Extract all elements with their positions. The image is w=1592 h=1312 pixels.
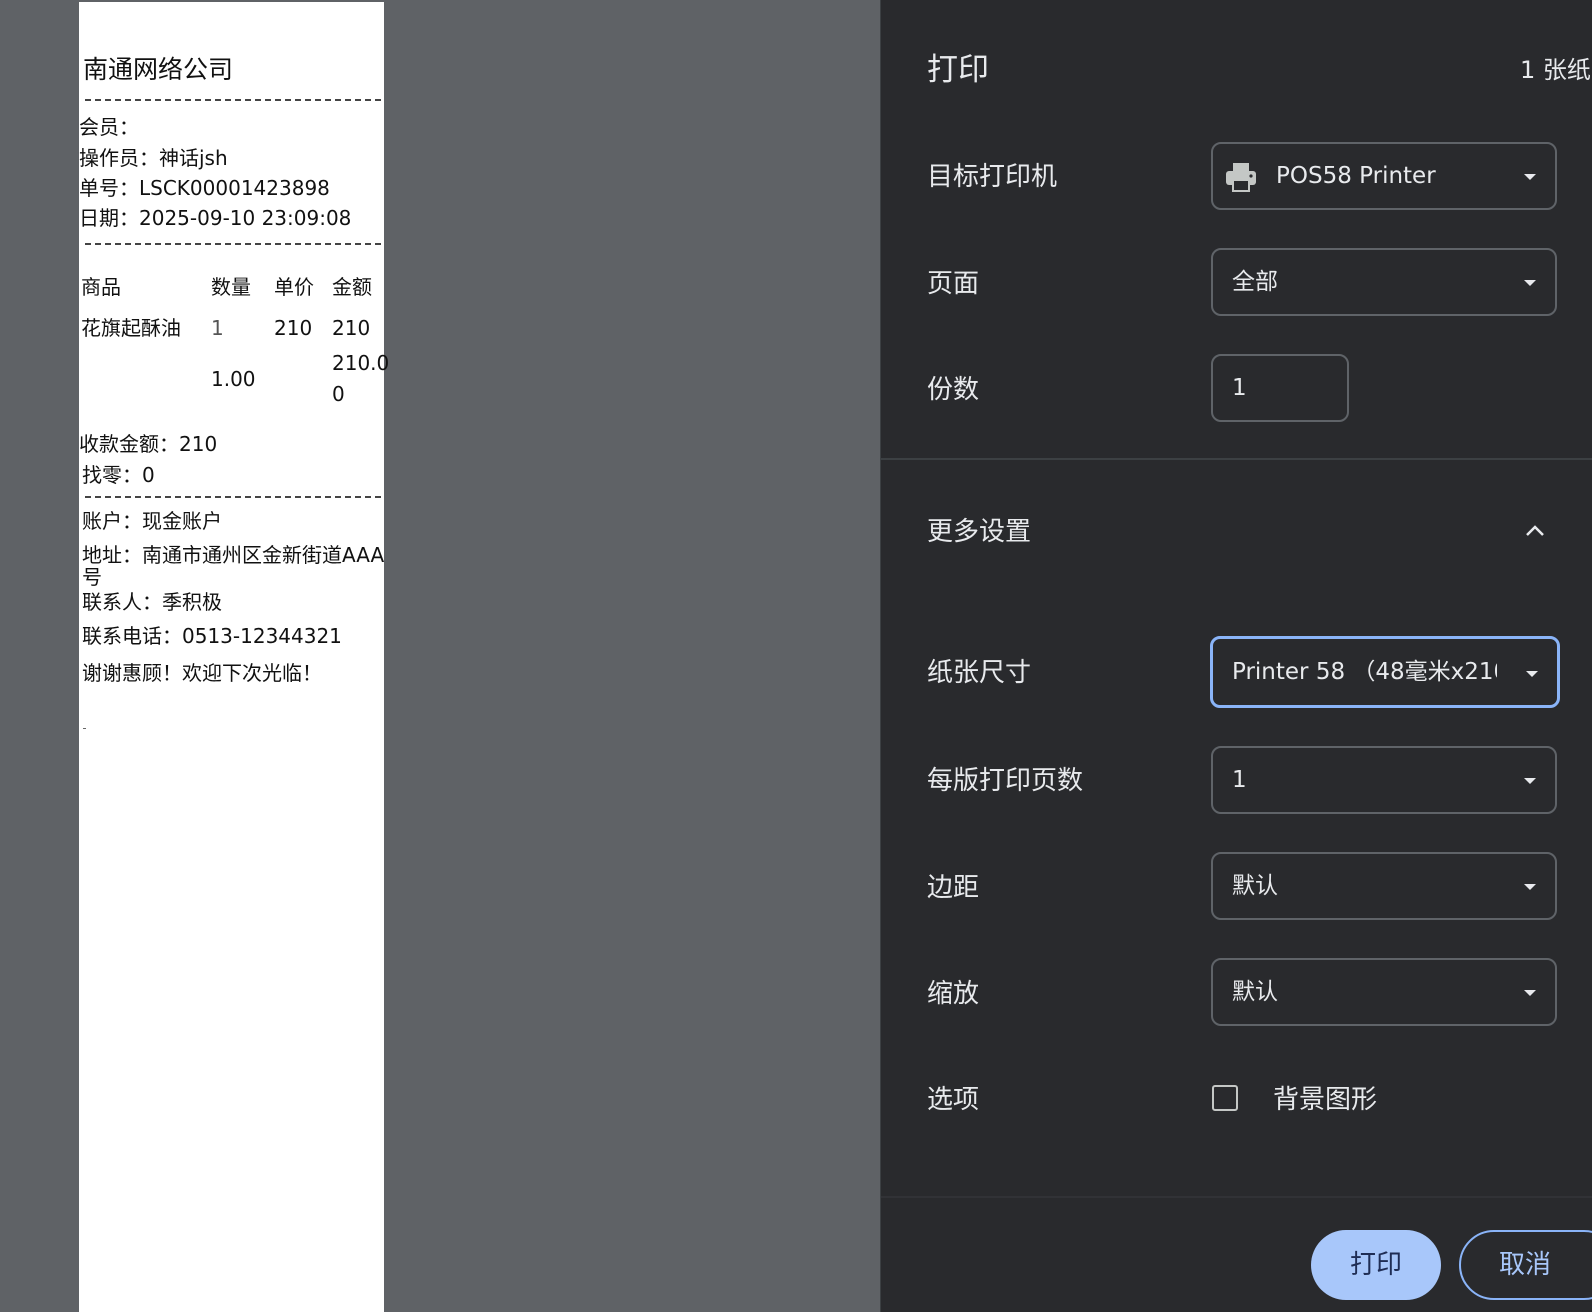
- sheet-count: 1 张纸: [1520, 56, 1591, 84]
- pages-select[interactable]: 全部: [1211, 248, 1557, 316]
- pages-value: 全部: [1232, 269, 1278, 295]
- cancel-button[interactable]: 取消: [1459, 1230, 1592, 1300]
- print-settings-panel: 打印 1 张纸 目标打印机 POS58 Printer 页面 全部 份数 1 更…: [880, 0, 1592, 1312]
- item-name: 花旗起酥油: [81, 316, 181, 340]
- pages-per-sheet-value: 1: [1232, 767, 1247, 793]
- scale-label: 缩放: [927, 979, 980, 1009]
- item-amount: 210: [332, 316, 371, 340]
- dialog-footer: 打印 取消: [881, 1198, 1592, 1312]
- background-graphics-checkbox[interactable]: [1212, 1085, 1238, 1111]
- receipt-page: 南通网络公司 会员： 操作员：神话jsh 单号：LSCK00001423898 …: [79, 2, 389, 1312]
- column-header-amount: 金额: [332, 275, 372, 299]
- account-line: 账户：现金账户: [82, 509, 222, 533]
- phone-line: 联系电话：0513-12344321: [82, 624, 342, 648]
- column-header-item: 商品: [81, 275, 121, 299]
- print-preview-area: 南通网络公司 会员： 操作员：神话jsh 单号：LSCK00001423898 …: [0, 0, 880, 1312]
- dialog-title: 打印: [927, 52, 989, 88]
- member-line: 会员：: [79, 115, 139, 139]
- destination-value: POS58 Printer: [1276, 163, 1436, 189]
- pages-label: 页面: [927, 269, 980, 299]
- copies-value: 1: [1232, 375, 1247, 401]
- dropdown-arrow-icon: [1524, 778, 1536, 784]
- paper-size-label: 纸张尺寸: [927, 658, 1032, 688]
- dropdown-arrow-icon: [1524, 884, 1536, 890]
- total-amount-line1: 210.0: [332, 351, 390, 375]
- background-graphics-label[interactable]: 背景图形: [1273, 1084, 1377, 1116]
- chevron-up-icon[interactable]: [1524, 520, 1546, 542]
- paper-size-select[interactable]: Printer 58 （48毫米x210毫米）: [1210, 636, 1560, 708]
- change-line: 找零：0: [82, 463, 155, 487]
- item-price: 210: [274, 316, 313, 340]
- section-divider: [881, 458, 1592, 460]
- thanks-line: 谢谢惠顾！欢迎下次光临！: [82, 661, 322, 685]
- address-line-continued: 号: [82, 565, 102, 589]
- address-line: 地址：南通市通州区金新街道AAA: [82, 543, 385, 567]
- printer-icon: [1226, 163, 1256, 192]
- contact-line: 联系人：季积极: [82, 590, 222, 614]
- scale-value: 默认: [1232, 979, 1278, 1005]
- margins-value: 默认: [1232, 873, 1278, 899]
- pages-per-sheet-label: 每版打印页数: [927, 766, 1084, 796]
- order-number-line: 单号：LSCK00001423898: [79, 176, 330, 200]
- destination-select[interactable]: POS58 Printer: [1211, 142, 1557, 210]
- margins-select[interactable]: 默认: [1211, 852, 1557, 920]
- separator: [85, 99, 381, 101]
- pages-per-sheet-select[interactable]: 1: [1211, 746, 1557, 814]
- options-label: 选项: [927, 1085, 980, 1115]
- total-qty: 1.00: [211, 367, 256, 391]
- item-qty: 1: [211, 316, 224, 340]
- operator-line: 操作员：神话jsh: [79, 146, 228, 170]
- total-amount-line2: 0: [332, 382, 345, 406]
- company-name: 南通网络公司: [83, 55, 234, 84]
- more-settings-toggle[interactable]: 更多设置: [927, 516, 1031, 548]
- separator: [85, 496, 381, 498]
- destination-label: 目标打印机: [927, 162, 1058, 192]
- dropdown-arrow-icon: [1524, 990, 1536, 996]
- paper-size-value: Printer 58 （48毫米x210毫米）: [1232, 659, 1497, 685]
- dropdown-arrow-icon: [1524, 280, 1536, 286]
- copies-input[interactable]: 1: [1211, 354, 1349, 422]
- copies-label: 份数: [927, 375, 980, 405]
- dropdown-arrow-icon: [1524, 174, 1536, 180]
- dropdown-arrow-icon: [1526, 671, 1538, 677]
- separator: [85, 243, 381, 245]
- trailing-mark: [83, 728, 86, 729]
- column-header-price: 单价: [274, 275, 314, 299]
- column-header-qty: 数量: [211, 275, 251, 299]
- print-button[interactable]: 打印: [1311, 1230, 1441, 1300]
- margins-label: 边距: [927, 873, 980, 903]
- scale-select[interactable]: 默认: [1211, 958, 1557, 1026]
- date-line: 日期：2025-09-10 23:09:08: [79, 206, 352, 230]
- received-line: 收款金额：210: [79, 432, 218, 456]
